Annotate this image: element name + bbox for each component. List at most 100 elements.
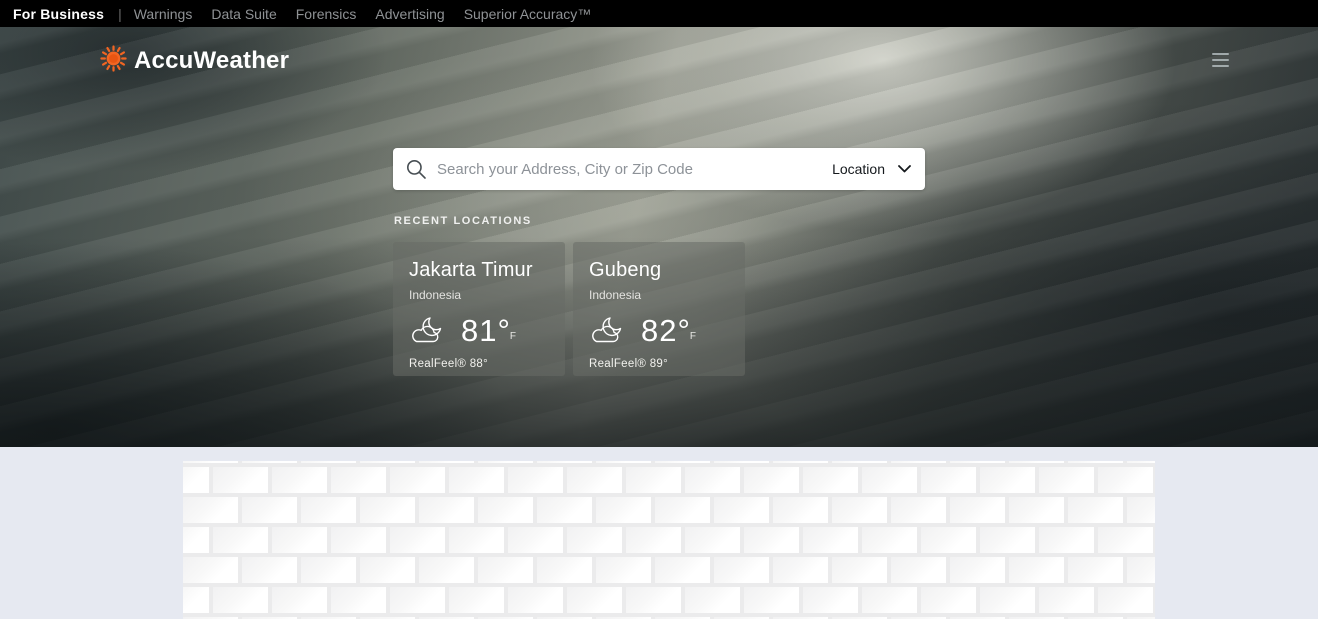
placeholder-tile <box>272 467 327 493</box>
business-topbar: For Business | Warnings Data Suite Foren… <box>0 0 1318 27</box>
placeholder-tile <box>891 557 946 583</box>
placeholder-tile <box>1009 557 1064 583</box>
location-dropdown-label: Location <box>832 161 885 177</box>
placeholder-tile <box>655 497 710 523</box>
placeholder-tile <box>626 587 681 613</box>
location-dropdown[interactable]: Location <box>832 161 911 177</box>
placeholder-tile <box>714 461 769 463</box>
placeholder-tile <box>449 467 504 493</box>
placeholder-tile <box>1098 467 1153 493</box>
placeholder-tile <box>449 587 504 613</box>
sun-icon <box>100 45 127 77</box>
placeholder-tile <box>1039 467 1094 493</box>
placeholder-tile <box>1039 587 1094 613</box>
chevron-down-icon <box>898 165 911 173</box>
placeholder-tile <box>183 527 209 553</box>
placeholder-tile <box>773 461 828 463</box>
card-country: Indonesia <box>589 288 729 302</box>
tile-row <box>183 557 1155 583</box>
logo-wordmark: AccuWeather <box>134 47 289 75</box>
placeholder-tile <box>1127 461 1155 463</box>
placeholder-tile <box>419 557 474 583</box>
placeholder-tile <box>773 497 828 523</box>
placeholder-tile <box>537 497 592 523</box>
hamburger-menu-icon[interactable] <box>1212 50 1234 70</box>
placeholder-tile <box>272 527 327 553</box>
placeholder-tile <box>567 467 622 493</box>
card-city: Jakarta Timur <box>409 259 549 282</box>
accuweather-logo[interactable]: AccuWeather <box>100 45 289 77</box>
topbar-link-advertising[interactable]: Advertising <box>375 6 444 22</box>
placeholder-tile <box>1009 461 1064 463</box>
placeholder-tile <box>567 527 622 553</box>
placeholder-tile <box>508 587 563 613</box>
placeholder-tile <box>980 587 1035 613</box>
recent-location-card-gubeng[interactable]: Gubeng Indonesia 82° F RealFeel® 89° <box>573 242 745 376</box>
placeholder-tile <box>242 461 297 463</box>
topbar-link-forensics[interactable]: Forensics <box>296 6 357 22</box>
card-city: Gubeng <box>589 259 729 282</box>
placeholder-tile <box>331 587 386 613</box>
search-icon <box>406 159 427 180</box>
placeholder-tile <box>478 461 533 463</box>
placeholder-tile <box>862 587 917 613</box>
placeholder-tile <box>950 497 1005 523</box>
placeholder-tile <box>390 587 445 613</box>
placeholder-tile <box>331 467 386 493</box>
placeholder-tile <box>803 527 858 553</box>
placeholder-tile <box>891 497 946 523</box>
placeholder-tile <box>921 467 976 493</box>
card-realfeel: RealFeel® 88° <box>409 358 549 370</box>
topbar-link-superior-accuracy[interactable]: Superior Accuracy™ <box>464 6 592 22</box>
placeholder-tile <box>390 527 445 553</box>
placeholder-tile <box>832 497 887 523</box>
card-temperature-unit: F <box>510 331 516 342</box>
card-temperature: 81° <box>461 313 511 349</box>
placeholder-tile <box>921 527 976 553</box>
placeholder-tile <box>832 557 887 583</box>
placeholder-tile <box>301 497 356 523</box>
placeholder-tile <box>1039 527 1094 553</box>
placeholder-tile <box>360 557 415 583</box>
placeholder-tile <box>714 557 769 583</box>
topbar-divider: | <box>118 6 122 22</box>
placeholder-tile <box>508 527 563 553</box>
placeholder-tile <box>301 557 356 583</box>
recent-location-card-jakarta-timur[interactable]: Jakarta Timur Indonesia 81° F RealFeel® … <box>393 242 565 376</box>
placeholder-tile <box>921 587 976 613</box>
topbar-link-data-suite[interactable]: Data Suite <box>211 6 276 22</box>
placeholder-tile <box>331 527 386 553</box>
placeholder-tile <box>183 467 209 493</box>
placeholder-tile <box>773 557 828 583</box>
placeholder-tile <box>272 587 327 613</box>
placeholder-tile <box>213 467 268 493</box>
placeholder-tile <box>803 587 858 613</box>
topbar-link-warnings[interactable]: Warnings <box>134 6 193 22</box>
placeholder-tile <box>891 461 946 463</box>
placeholder-tile <box>862 527 917 553</box>
accuweather-business-page: For Business | Warnings Data Suite Foren… <box>0 0 1318 619</box>
placeholder-tile <box>1009 497 1064 523</box>
placeholder-tile <box>626 467 681 493</box>
placeholder-tile <box>390 467 445 493</box>
for-business-link[interactable]: For Business <box>13 6 104 22</box>
placeholder-tile <box>980 467 1035 493</box>
placeholder-tile <box>419 461 474 463</box>
moon-clouds-icon <box>409 315 461 347</box>
placeholder-tile <box>1098 527 1153 553</box>
placeholder-tile <box>626 527 681 553</box>
placeholder-tile <box>744 467 799 493</box>
placeholder-tile <box>832 461 887 463</box>
placeholder-tile <box>478 497 533 523</box>
placeholder-tile <box>950 557 1005 583</box>
content-section <box>0 447 1318 619</box>
moon-clouds-icon <box>589 315 641 347</box>
placeholder-tile <box>508 467 563 493</box>
tile-row <box>183 587 1155 613</box>
search-input[interactable] <box>437 161 832 178</box>
placeholder-tile <box>567 587 622 613</box>
placeholder-tile <box>449 527 504 553</box>
card-temperature-unit: F <box>690 331 696 342</box>
placeholder-tile <box>596 497 651 523</box>
placeholder-tile <box>744 527 799 553</box>
